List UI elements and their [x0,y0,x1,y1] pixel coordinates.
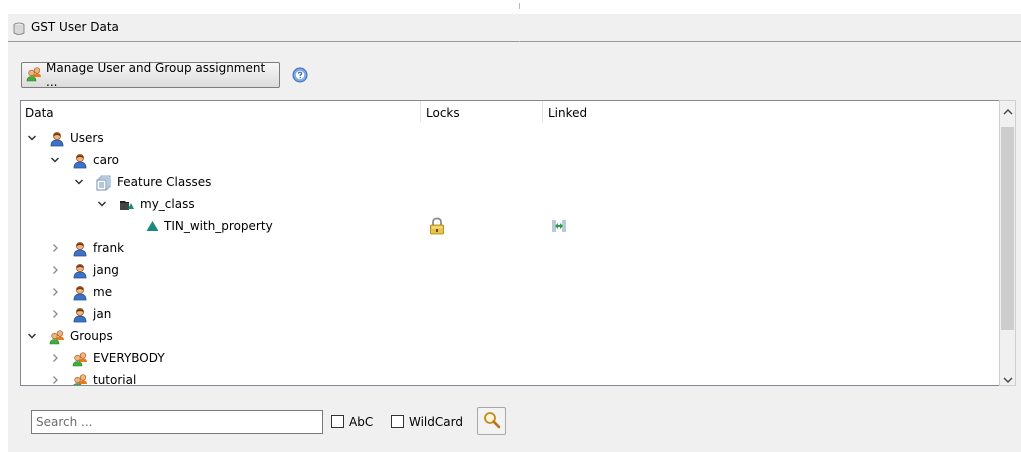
tree-row-group[interactable]: tutorial [21,369,999,386]
column-header-linked[interactable]: Linked [548,106,587,120]
tree-row-label: jan [93,307,112,321]
abc-checkbox[interactable] [331,415,344,428]
abc-checkbox-label: AbC [349,415,374,429]
tree-row-group[interactable]: EVERYBODY [21,347,999,369]
tree-row-label: me [93,285,113,299]
chevron-right-icon[interactable] [50,374,60,386]
chevron-down-icon[interactable] [27,330,37,344]
tree-row-label: Groups [70,329,113,343]
top-strip [0,0,1021,14]
vertical-scrollbar[interactable] [999,100,1016,386]
wildcard-checkbox-label: WildCard [409,415,463,429]
user-icon [72,307,88,326]
tree-row-label: Users [70,131,104,145]
tree-row-label: Feature Classes [117,175,212,189]
manage-assignment-button[interactable]: Manage User and Group assignment ... [21,61,280,89]
tree-row-user[interactable]: frank [21,237,999,259]
chevron-right-icon[interactable] [50,264,60,278]
group-icon [26,66,42,85]
chevron-down-icon[interactable] [50,154,60,168]
tree-row-label: caro [93,153,119,167]
tree-row-feature-classes[interactable]: Feature Classes [21,171,999,193]
title-bar: GST User Data [8,14,1021,42]
linked-icon [551,218,567,237]
database-icon [13,22,25,39]
scroll-down-icon[interactable] [1003,373,1013,387]
lock-icon [429,217,445,238]
chevron-down-icon[interactable] [97,198,107,212]
group-icon [72,351,88,370]
window-title: GST User Data [31,20,119,34]
tree-row-user[interactable]: jan [21,303,999,325]
help-icon[interactable] [292,67,308,86]
user-icon [72,241,88,260]
user-icon [72,263,88,282]
tree-row-user[interactable]: jang [21,259,999,281]
class-folder-icon [119,197,135,216]
tree-row-groups[interactable]: Groups [21,325,999,347]
tree-row-users[interactable]: Users [21,127,999,149]
tree-row-label: EVERYBODY [93,351,165,365]
column-header-locks[interactable]: Locks [426,106,460,120]
chevron-down-icon[interactable] [74,176,84,190]
tree-row-user[interactable]: me [21,281,999,303]
magnifier-icon [483,411,501,432]
user-data-panel: Manage User and Group assignment ... Dat… [8,42,1021,452]
column-header-data[interactable]: Data [25,106,54,120]
wildcard-checkbox[interactable] [391,415,404,428]
scrollbar-thumb[interactable] [1001,127,1014,330]
tree-row-feature[interactable]: TIN_with_property [21,215,999,237]
tree-header: Data Locks Linked [21,101,999,123]
data-tree[interactable]: Data Locks Linked Users caro Feature Cla… [20,100,1000,386]
tree-row-label: TIN_with_property [164,219,273,233]
manage-button-label: Manage User and Group assignment ... [46,61,266,89]
feature-classes-icon [96,175,112,194]
tree-row-label: jang [93,263,119,277]
user-icon [72,285,88,304]
user-icon [49,131,65,150]
tree-row-label: my_class [140,197,195,211]
chevron-right-icon[interactable] [50,308,60,322]
tree-row-user[interactable]: caro [21,149,999,171]
chevron-down-icon[interactable] [27,132,37,146]
chevron-right-icon[interactable] [50,286,60,300]
column-divider [420,101,421,122]
tree-row-label: tutorial [93,373,137,386]
chevron-right-icon[interactable] [50,352,60,366]
tree-row-class[interactable]: my_class [21,193,999,215]
tin-triangle-icon [146,220,159,235]
user-icon [72,153,88,172]
search-button[interactable] [477,407,506,435]
column-divider [542,101,543,122]
chevron-right-icon[interactable] [50,242,60,256]
search-input[interactable] [31,410,323,434]
group-icon [72,373,88,386]
splitter-tick-top [519,3,520,9]
tree-row-label: frank [93,241,125,255]
group-icon [49,329,65,348]
scroll-up-icon[interactable] [1003,105,1013,119]
